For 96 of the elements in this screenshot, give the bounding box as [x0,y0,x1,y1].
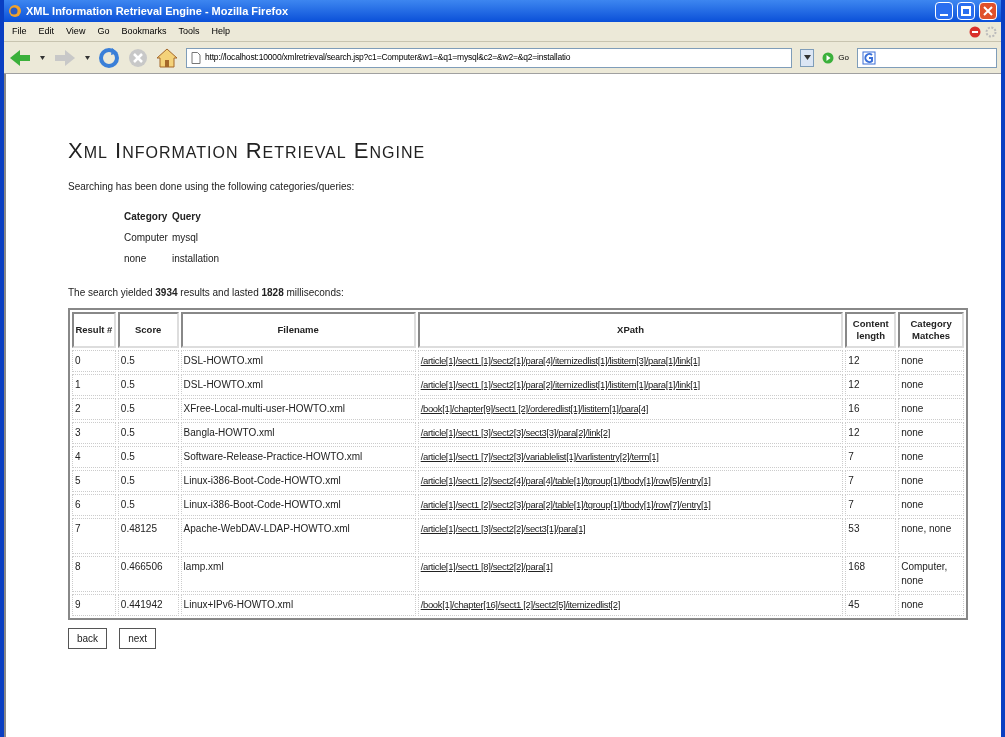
column-header: Content length [845,312,897,348]
home-icon[interactable] [156,47,178,68]
go-button[interactable]: Go [822,51,849,64]
table-cell: Apache-WebDAV-LDAP-HOWTO.xml [180,518,416,554]
menu-item[interactable]: Go [97,24,110,39]
back-arrow-icon[interactable] [8,47,32,68]
reload-icon[interactable] [98,46,120,69]
table-cell-text: installation [171,252,221,266]
column-header: XPath [417,312,844,348]
table-cell: DSL-HOWTO.xml [180,350,416,372]
column-header: Result # [72,312,116,348]
table-cell: none [898,594,964,616]
table-cell: 45 [845,594,897,616]
table-cell: 0.5 [117,494,179,516]
table-cell: 0.5 [117,374,179,396]
table-cell: none [898,350,964,372]
table-cell: 7 [845,470,897,492]
table-cell: 0.5 [117,350,179,372]
menu-item[interactable]: View [66,24,86,39]
table-cell: 12 [845,350,897,372]
table-cell: Bangla-HOWTO.xml [180,422,416,444]
address-field[interactable]: http://localhost:10000/xmlretrieval/search.jsp?c1=Computer&w1=&q1=mysql&c2=&w2=&q2=installatio [186,47,793,68]
close-icon [983,6,993,16]
table-cell: 16 [845,398,897,420]
table-cell: lamp.xml [180,556,416,592]
table-cell: 53 [845,518,897,554]
table-cell: none [124,248,172,269]
column-header: Category Matches [898,312,964,348]
table-cell: 8 [72,556,116,592]
page-heading: XML INFORMATION RETRIEVAL ENGINE [68,137,427,165]
column-header: Category [124,206,172,227]
table-cell: none [898,374,964,396]
column-header: Score [117,312,179,348]
caret-icon [803,55,811,60]
menu-item[interactable]: Help [211,24,230,39]
table-cell: none, none [898,518,964,554]
dropdown-caret-icon[interactable] [40,55,45,60]
window-title: XML Information Retrieval Engine - Mozilla Firefox [26,3,289,19]
table-cell: none [898,446,964,468]
table-cell: DSL-HOWTO.xml [180,374,416,396]
table-cell: none [898,398,964,420]
table-cell: Linux-i386-Boot-Code-HOWTO.xml [180,494,416,516]
menu-item[interactable]: File [12,24,27,39]
search-field[interactable] [857,47,997,68]
table-cell: Linux+IPv6-HOWTO.xml [180,594,416,616]
table-cell: Computer [124,227,172,248]
globe-icon [8,4,22,18]
column-header: Query [171,210,202,224]
table-cell: 5 [72,470,116,492]
table-cell: Linux-i386-Boot-Code-HOWTO.xml [180,470,416,492]
table-cell: 168 [845,556,897,592]
table-cell: none [898,422,964,444]
table-cell: none [898,470,964,492]
menu-item[interactable]: Edit [38,24,55,39]
table-cell: 0.441942 [117,594,179,616]
table-cell: 12 [845,422,897,444]
xpath-link[interactable]: /article[1]/sect1 [8]/sect2[2]/para[1] [420,561,553,572]
table-cell: 7 [845,494,897,516]
table-cell: 9 [72,594,116,616]
table-cell: 0 [72,350,116,372]
search-engine-icon [862,50,876,65]
nav-button[interactable]: next [119,628,157,649]
table-cell: 0.5 [117,398,179,420]
intro-text: Searching has been done using the following categories/queries: [68,180,356,194]
table-cell: 4 [72,446,116,468]
table-cell: 0.5 [117,470,179,492]
table-cell: XFree-Local-multi-user-HOWTO.xml [180,398,416,420]
xpath-link[interactable]: /article[1]/sect1 [3]/sect2[2]/sect3[1]/para[1] [420,523,586,534]
menu-item[interactable]: Tools [178,24,200,39]
table-cell: 0.5 [117,422,179,444]
table-cell: 7 [845,446,897,468]
table-cell: 12 [845,374,897,396]
nav-button[interactable]: back [68,628,108,649]
table-cell: 1 [72,374,116,396]
throbber-icon [985,25,997,38]
table-cell: none [898,494,964,516]
table-cell-text: mysql [171,231,200,245]
close-button[interactable] [979,2,997,20]
table-cell: 2 [72,398,116,420]
table-cell: Software-Release-Practice-HOWTO.xml [180,446,416,468]
summary-text: The search yielded 3934 results and lasted 1828 milliseconds: [68,286,345,300]
table-cell: 0.466506 [117,556,179,592]
maximize-button[interactable] [957,2,975,20]
table-cell: 7 [72,518,116,554]
column-header: Filename [180,312,416,348]
stop-icon [969,25,981,38]
dropdown-button[interactable] [800,48,815,67]
page-icon [191,51,201,64]
table-cell: 0.5 [117,446,179,468]
table-cell: 3 [72,422,116,444]
minimize-button[interactable] [935,2,953,20]
table-cell: 0.48125 [117,518,179,554]
dropdown-caret-icon[interactable] [85,55,90,60]
table-cell: Computer, none [898,556,964,592]
menu-item[interactable]: Bookmarks [121,24,167,39]
table-cell: 6 [72,494,116,516]
